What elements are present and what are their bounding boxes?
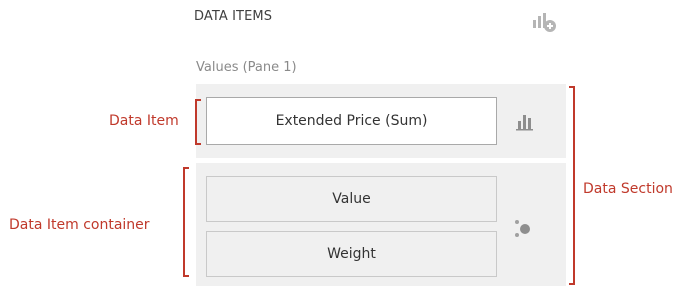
container-item-value[interactable]: Value [206, 176, 497, 222]
annotation-data-item-container: Data Item container [9, 217, 150, 233]
annotation-data-section: Data Section [583, 181, 673, 197]
pane-label: Values (Pane 1) [196, 60, 297, 75]
section-title: DATA ITEMS [194, 9, 273, 24]
bracket-data-item [195, 99, 201, 145]
bubble-icon[interactable] [512, 216, 542, 242]
bracket-data-section [569, 86, 575, 285]
container-item-weight[interactable]: Weight [206, 231, 497, 277]
container-item-label: Weight [327, 246, 376, 262]
add-data-item-icon[interactable] [532, 11, 558, 33]
data-item-label: Extended Price (Sum) [275, 113, 428, 129]
bar-chart-icon[interactable] [512, 111, 542, 133]
data-item-extended-price[interactable]: Extended Price (Sum) [206, 97, 497, 145]
annotation-data-item: Data Item [109, 113, 179, 129]
bracket-data-item-container [183, 167, 189, 277]
container-item-label: Value [332, 191, 371, 207]
